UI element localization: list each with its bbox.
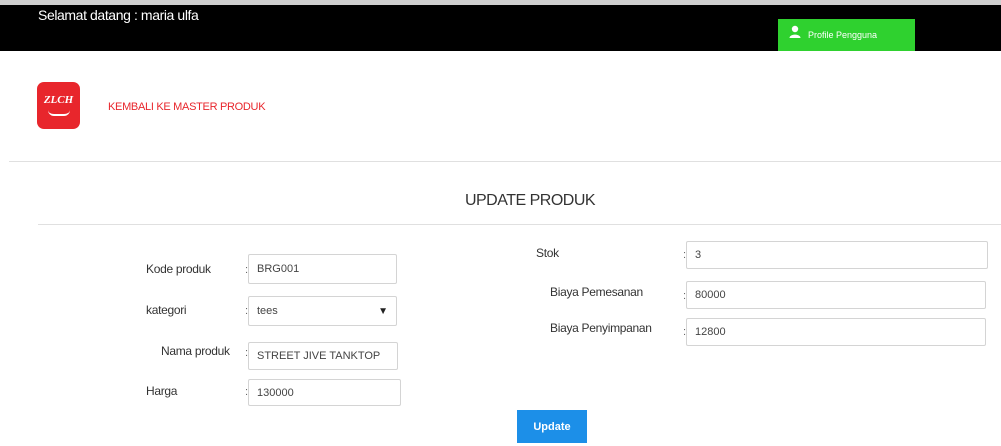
profile-button[interactable]: Profile Pengguna: [778, 19, 915, 51]
kode-produk-input[interactable]: BRG001: [248, 254, 397, 284]
divider: [9, 161, 1001, 162]
caret-down-icon: ▼: [378, 305, 388, 317]
update-button[interactable]: Update: [517, 410, 587, 443]
harga-label: Harga: [146, 384, 178, 398]
brand-logo[interactable]: ZLCH: [37, 82, 80, 129]
nama-produk-input[interactable]: STREET JIVE TANKTOP: [248, 342, 398, 370]
biaya-penyimpanan-label: Biaya Penyimpanan: [550, 321, 652, 335]
logo-text: ZLCH: [43, 94, 74, 106]
user-avatar-icon: [789, 25, 801, 38]
stok-label: Stok: [536, 246, 559, 260]
harga-input[interactable]: 130000: [248, 379, 401, 406]
biaya-penyimpanan-input[interactable]: 12800: [686, 318, 986, 346]
page-title: UPDATE PRODUK: [464, 192, 596, 209]
kategori-label: kategori: [146, 303, 187, 317]
nama-produk-label: Nama produk: [161, 344, 230, 358]
biaya-pemesanan-label: Biaya Pemesanan: [550, 285, 643, 299]
welcome-text: Selamat datang : maria ulfa: [38, 7, 199, 23]
biaya-pemesanan-input[interactable]: 80000: [686, 281, 986, 309]
kode-produk-label: Kode produk: [146, 262, 211, 276]
kategori-selected-value: tees: [257, 305, 278, 317]
top-bar: Selamat datang : maria ulfa Profile Peng…: [0, 0, 1001, 51]
logo-swoosh: [48, 110, 70, 116]
profile-label: Profile Pengguna: [808, 30, 878, 40]
kategori-select[interactable]: tees ▼: [248, 296, 397, 326]
back-to-master-produk-link[interactable]: KEMBALI KE MASTER PRODUK: [108, 101, 266, 113]
stok-input[interactable]: 3: [686, 241, 988, 269]
divider: [38, 224, 1001, 225]
